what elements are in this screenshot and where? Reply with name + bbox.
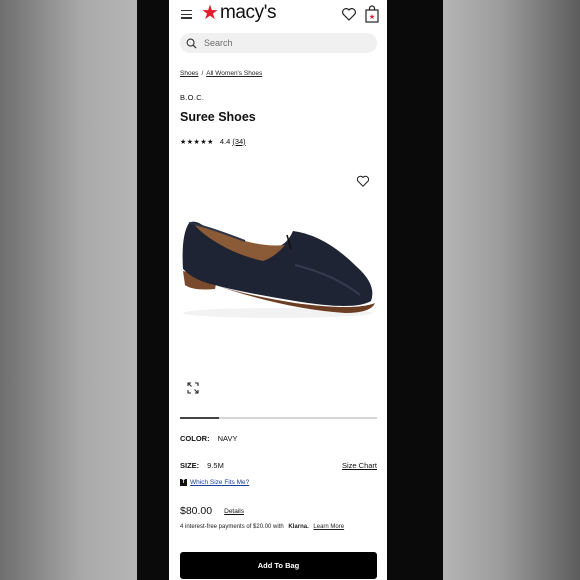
color-label: COLOR: — [180, 434, 210, 443]
phone-screen: ★ macy's ★ Search Shoes / All Women's Shoe… — [169, 0, 387, 580]
breadcrumb-separator: / — [201, 70, 204, 77]
search-input[interactable]: Search — [180, 33, 377, 53]
menu-icon[interactable] — [181, 10, 192, 19]
breadcrumb: Shoes / All Women's Shoes — [180, 70, 262, 77]
size-selection: SIZE: 9.5M Size Chart — [180, 461, 377, 470]
product-image[interactable] — [175, 205, 381, 345]
size-chart-link[interactable]: Size Chart — [342, 461, 377, 470]
carousel-progress-fill — [180, 417, 220, 419]
expand-icon[interactable] — [187, 382, 199, 394]
add-to-bag-button[interactable]: Add To Bag — [180, 552, 377, 579]
product-rating[interactable]: ★★★★★ 4.4 (34) — [180, 137, 246, 146]
color-value: NAVY — [217, 434, 238, 443]
size-value[interactable]: 9.5M — [207, 461, 224, 470]
background-left — [0, 0, 137, 580]
klarna-text: 4 interest-free payments of $20.00 with — [180, 524, 284, 530]
breadcrumb-all-womens-shoes[interactable]: All Women's Shoes — [206, 70, 262, 77]
svg-text:★: ★ — [369, 13, 375, 21]
price-details-link[interactable]: Details — [224, 508, 244, 515]
fit-predictor[interactable]: T Which Size Fits Me? — [180, 479, 249, 486]
black-border-right — [387, 0, 443, 580]
macys-logo[interactable]: ★ macy's — [201, 2, 276, 24]
background-right — [442, 0, 580, 580]
heart-icon[interactable] — [341, 6, 357, 22]
black-border-left — [137, 0, 169, 580]
product-price: $80.00 — [180, 505, 213, 517]
breadcrumb-shoes[interactable]: Shoes — [180, 70, 198, 77]
search-icon — [186, 38, 197, 49]
klarna-installments: 4 interest-free payments of $20.00 with … — [180, 524, 344, 530]
product-title: Suree Shoes — [180, 110, 256, 124]
rating-stars: ★★★★★ — [180, 138, 214, 146]
shopping-bag-icon[interactable]: ★ — [365, 5, 379, 23]
top-bar: ★ macy's ★ — [169, 0, 387, 30]
image-carousel-progress[interactable] — [180, 417, 377, 419]
klarna-logo: Klarna. — [288, 524, 309, 530]
which-size-fits-me-link[interactable]: Which Size Fits Me? — [190, 479, 249, 486]
rating-value: 4.4 — [219, 137, 231, 146]
learn-more-link[interactable]: Learn More — [313, 524, 344, 530]
review-count-link[interactable]: (34) — [232, 137, 245, 146]
star-icon: ★ — [201, 2, 219, 24]
search-placeholder: Search — [204, 38, 233, 48]
heart-icon[interactable] — [356, 174, 370, 188]
size-label: SIZE: — [180, 461, 200, 470]
product-brand[interactable]: B.O.C. — [180, 93, 204, 102]
truefit-logo-icon: T — [180, 479, 187, 486]
price-row: $80.00 Details — [180, 505, 244, 517]
color-selection: COLOR: NAVY — [180, 434, 237, 443]
